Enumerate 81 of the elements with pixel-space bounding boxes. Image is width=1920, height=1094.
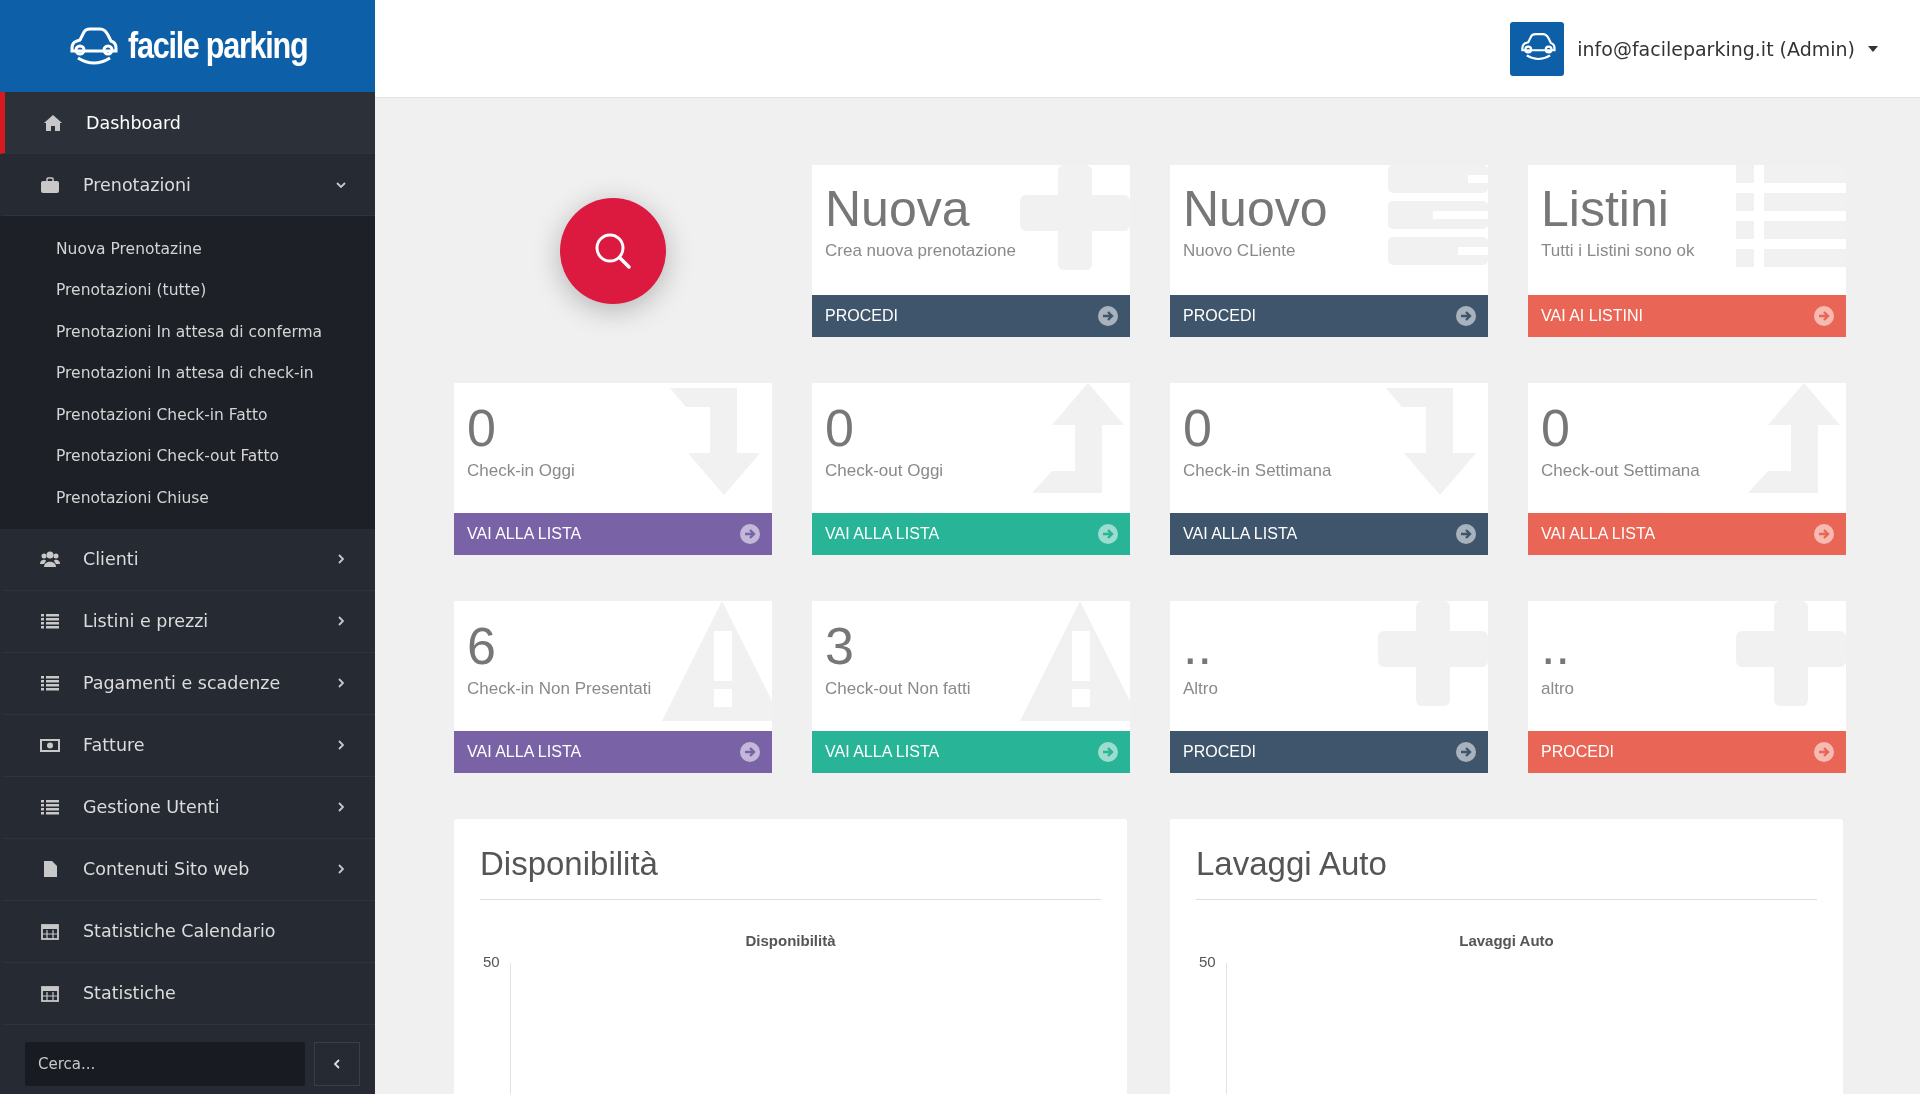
users-icon <box>40 550 60 568</box>
card-title: Listini <box>1541 180 1670 239</box>
sidebar-item[interactable]: Gestione Utenti <box>0 776 375 839</box>
list-icon <box>40 798 60 816</box>
arrow-circle-icon <box>1814 524 1834 544</box>
card-subtitle: Nuovo CLiente <box>1183 241 1297 261</box>
card-title: 3 <box>825 616 855 677</box>
brand-name: facile parking <box>127 25 308 67</box>
chevron-icon <box>335 863 347 875</box>
submenu-item[interactable]: Nuova Prenotazine <box>0 228 375 270</box>
card-title: .. <box>1183 616 1213 677</box>
sidebar-item[interactable]: Dashboard <box>0 92 375 154</box>
sidebar-item[interactable]: Pagamenti e scadenze <box>0 652 375 715</box>
axis-tick-label: 50 <box>1199 953 1216 970</box>
card-subtitle: Check-in Non Presentati <box>467 679 653 700</box>
card-title: .. <box>1541 616 1571 677</box>
chevron-icon <box>335 801 347 813</box>
card-action-button[interactable]: VAI ALLA LISTA <box>454 731 772 773</box>
card-subtitle: Tutti i Listini sono ok <box>1541 241 1696 261</box>
arrow-circle-icon <box>1814 742 1834 762</box>
chevron-icon <box>335 677 347 689</box>
calendar-icon <box>40 922 60 940</box>
submenu-item[interactable]: Prenotazioni Check-in Fatto <box>0 394 375 436</box>
car-logo-icon <box>1510 21 1565 76</box>
card-subtitle: Crea nuova prenotazione <box>825 241 1017 261</box>
card-subtitle: Altro <box>1183 679 1219 700</box>
list-icon <box>40 674 60 692</box>
card-title: Nuovo <box>1183 180 1329 239</box>
card-subtitle: Check-in Oggi <box>467 461 576 482</box>
chevron-icon <box>335 553 347 565</box>
arrow-circle-icon <box>1098 524 1118 544</box>
sidebar-item[interactable]: Contenuti Sito web <box>0 838 375 901</box>
sidebar-item[interactable]: Statistiche Calendario <box>0 900 375 963</box>
card-title: 0 <box>467 398 497 459</box>
card-subtitle: Check-out Oggi <box>825 461 945 482</box>
banknote-icon <box>40 736 60 754</box>
briefcase-icon <box>40 175 60 194</box>
chevron-icon <box>335 739 347 751</box>
card-title: 0 <box>825 398 855 459</box>
card-action-button[interactable]: PROCEDI <box>812 295 1130 337</box>
search-field[interactable]: Cerca... <box>25 1042 305 1086</box>
arrow-circle-icon <box>740 742 760 762</box>
sidebar-item[interactable]: Listini e prezzi <box>0 590 375 653</box>
submenu-item[interactable]: Prenotazioni (tutte) <box>0 269 375 311</box>
arrow-circle-icon <box>1456 306 1476 326</box>
arrow-circle-icon <box>1456 524 1476 544</box>
panel-title: Lavaggi Auto <box>1196 845 1388 883</box>
card-action-button[interactable]: PROCEDI <box>1170 731 1488 773</box>
card-title: 6 <box>467 616 497 677</box>
arrow-circle-icon <box>1456 742 1476 762</box>
chart-title: Lavaggi Auto <box>1458 932 1555 949</box>
card-title: 0 <box>1541 398 1571 459</box>
chevron-left-icon <box>331 1058 343 1070</box>
card-action-button[interactable]: VAI ALLA LISTA <box>454 513 772 555</box>
caret-icon <box>1868 45 1878 52</box>
panel-title: Disponibilità <box>480 845 659 883</box>
submenu-item[interactable]: Prenotazioni Check-out Fatto <box>0 435 375 477</box>
user-menu[interactable]: info@facileparking.it (Admin) <box>1510 21 1878 76</box>
submenu-item[interactable]: Prenotazioni In attesa di check-in <box>0 352 375 394</box>
card-title: 0 <box>1183 398 1213 459</box>
arrow-circle-icon <box>740 524 760 544</box>
arrow-circle-icon <box>1098 742 1118 762</box>
calendar-icon <box>40 984 60 1002</box>
chart-title: Disponibilità <box>744 932 837 949</box>
card-subtitle: Check-in Settimana <box>1183 461 1333 482</box>
card-subtitle: Check-out Non fatti <box>825 679 972 700</box>
arrow-circle-icon <box>1098 306 1118 326</box>
card-title: Nuova <box>825 180 971 239</box>
card-action-button[interactable]: PROCEDI <box>1170 295 1488 337</box>
card-action-button[interactable]: VAI ALLA LISTA <box>1170 513 1488 555</box>
card-subtitle: altro <box>1541 679 1576 700</box>
chevron-icon <box>335 615 347 627</box>
submenu-item[interactable]: Prenotazioni In attesa di conferma <box>0 311 375 353</box>
submenu-item[interactable]: Prenotazioni Chiuse <box>0 477 375 519</box>
arrow-circle-icon <box>1814 306 1834 326</box>
sidebar-item[interactable]: Statistiche <box>0 962 375 1025</box>
home-icon <box>43 113 63 132</box>
card-subtitle: Check-out Settimana <box>1541 461 1701 482</box>
axis-tick-label: 50 <box>483 953 500 970</box>
list-icon <box>40 612 60 630</box>
sidebar-item[interactable]: Clienti <box>0 528 375 591</box>
